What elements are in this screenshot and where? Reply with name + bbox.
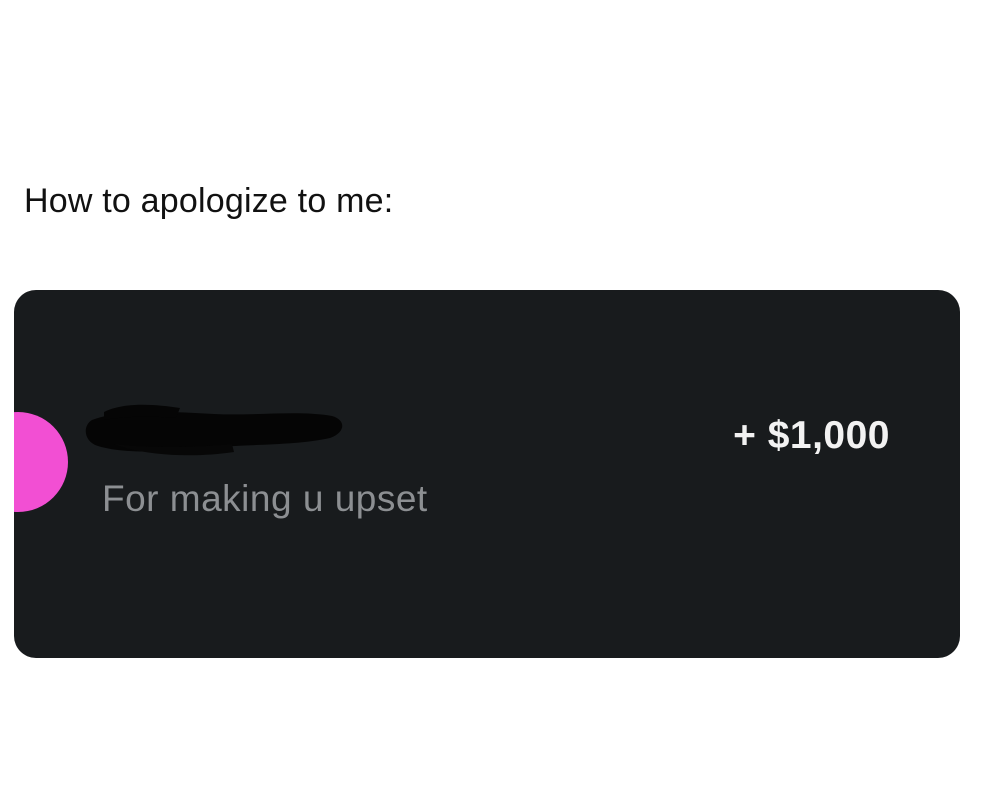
redacted-sender-name [84, 398, 346, 460]
avatar [14, 412, 68, 512]
transaction-memo: For making u upset [102, 478, 428, 519]
transaction-card[interactable]: For making u upset + $1,000 [14, 290, 960, 658]
transaction-amount: + $1,000 [733, 414, 890, 457]
redaction-scribble-icon [85, 404, 343, 456]
caption-text: How to apologize to me: [24, 182, 394, 220]
